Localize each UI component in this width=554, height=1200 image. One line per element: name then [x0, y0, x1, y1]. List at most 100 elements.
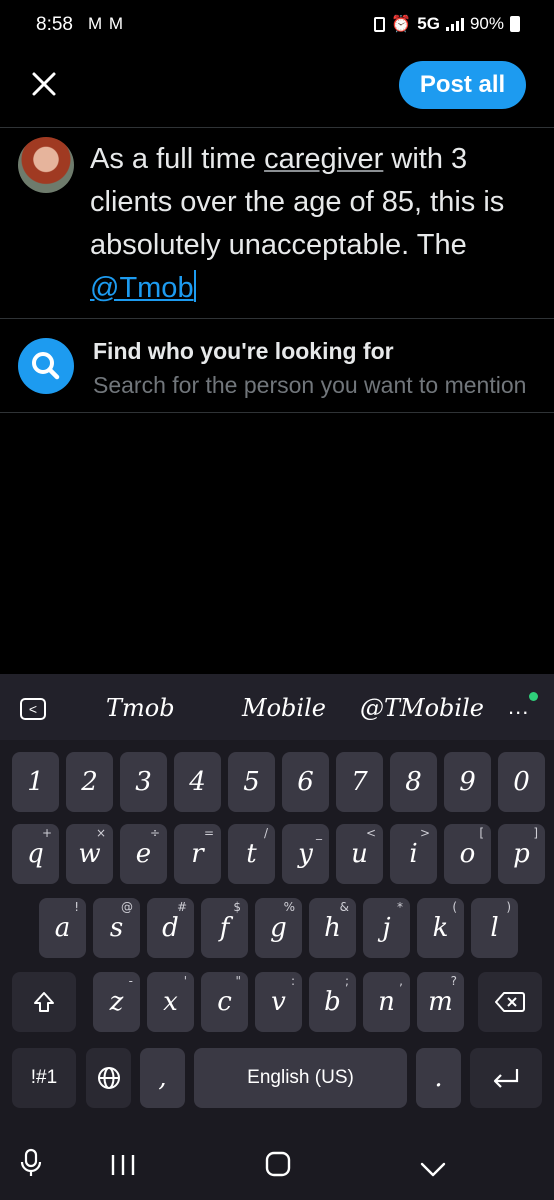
avatar[interactable] — [18, 137, 74, 193]
shift-key[interactable] — [12, 972, 76, 1032]
key-p[interactable]: p] — [498, 824, 545, 884]
key-m[interactable]: m? — [417, 972, 464, 1032]
key-d[interactable]: d # — [147, 898, 194, 958]
key-b[interactable]: b; — [309, 972, 356, 1032]
period-key-label: . — [434, 1063, 443, 1093]
key-6-label: 6 — [297, 767, 314, 797]
key-x-label: x — [163, 987, 178, 1017]
key-j[interactable]: j * — [363, 898, 410, 958]
home-button[interactable] — [264, 1150, 292, 1185]
key-0[interactable]: 0 — [498, 752, 545, 812]
key-a[interactable]: a! — [39, 898, 86, 958]
key-l-label: l — [490, 913, 499, 943]
key-5[interactable]: 5 — [228, 752, 275, 812]
key-x-secondary: ' — [183, 974, 187, 988]
key-c[interactable]: c " — [201, 972, 248, 1032]
key-2[interactable]: 2 — [66, 752, 113, 812]
key-p-secondary: ] — [533, 826, 538, 840]
key-h-secondary: & — [339, 900, 349, 914]
key-9[interactable]: 9 — [444, 752, 491, 812]
battery-saver-icon — [374, 16, 386, 32]
post-all-button[interactable]: Post all — [399, 61, 526, 109]
period-key[interactable]: . — [416, 1048, 461, 1108]
key-t[interactable]: t / — [228, 824, 275, 884]
key-g-label: g — [270, 913, 287, 943]
key-c-secondary: " — [235, 974, 241, 988]
close-button[interactable] — [26, 66, 62, 102]
prediction-2[interactable]: Mobile — [242, 694, 326, 722]
key-n[interactable]: n, — [363, 972, 410, 1032]
comma-key[interactable]: , — [140, 1048, 185, 1108]
key-k-label: k — [432, 913, 449, 943]
key-q[interactable]: q + — [12, 824, 59, 884]
mic-button[interactable] — [18, 1148, 44, 1185]
key-u[interactable]: u < — [336, 824, 383, 884]
key-r[interactable]: r = — [174, 824, 221, 884]
keyboard-back-icon[interactable]: < — [20, 698, 46, 720]
key-7[interactable]: 7 — [336, 752, 383, 812]
key-a-label: a — [54, 913, 71, 943]
text-caret — [193, 270, 196, 302]
key-8[interactable]: 8 — [390, 752, 437, 812]
symbols-key[interactable]: !#1 — [12, 1048, 76, 1108]
key-3[interactable]: 3 — [120, 752, 167, 812]
key-y[interactable]: y _ — [282, 824, 329, 884]
key-i[interactable]: i > — [390, 824, 437, 884]
recents-button[interactable] — [108, 1152, 138, 1184]
key-x[interactable]: x ' — [147, 972, 194, 1032]
key-0-label: 0 — [513, 767, 530, 797]
key-d-secondary: # — [176, 900, 187, 914]
backspace-icon — [495, 992, 525, 1012]
key-g-secondary: % — [283, 900, 295, 914]
key-v-label: v — [271, 987, 286, 1017]
key-n-secondary: , — [399, 974, 403, 988]
key-6[interactable]: 6 — [282, 752, 329, 812]
key-v-secondary: : — [290, 974, 295, 988]
key-v[interactable]: v: — [255, 972, 302, 1032]
key-r-label: r — [191, 839, 204, 869]
search-icon — [32, 352, 60, 380]
key-e[interactable]: e ÷ — [120, 824, 167, 884]
key-b-label: b — [324, 987, 341, 1017]
tweet-text-input[interactable]: As a full time caregiver with 3 clients … — [90, 138, 540, 310]
key-k[interactable]: k( — [417, 898, 464, 958]
key-w[interactable]: w × — [66, 824, 113, 884]
key-o-label: o — [459, 839, 476, 869]
enter-key[interactable] — [470, 1048, 542, 1108]
back-button[interactable] — [420, 1154, 446, 1186]
key-o[interactable]: o[ — [444, 824, 491, 884]
key-4[interactable]: 4 — [174, 752, 221, 812]
key-z-secondary: - — [128, 974, 133, 988]
key-5-label: 5 — [243, 767, 260, 797]
key-s[interactable]: s @ — [93, 898, 140, 958]
key-q-secondary: + — [41, 826, 52, 840]
recents-icon — [111, 1155, 135, 1175]
suggestion-title[interactable]: Find who you're looking for — [93, 338, 394, 365]
enter-icon — [493, 1069, 519, 1088]
key-1-label: 1 — [27, 767, 44, 797]
space-key[interactable]: English (US) — [194, 1048, 407, 1108]
key-m-secondary: ? — [450, 974, 457, 988]
key-l[interactable]: l) — [471, 898, 518, 958]
keyboard: < Tmob Mobile @TMobile ... 1 2 3 4 5 6 7 8 9 0 q + w… — [0, 674, 554, 1200]
key-y-secondary: _ — [316, 826, 322, 840]
key-h[interactable]: h & — [309, 898, 356, 958]
tweet-underlined-word[interactable]: caregiver — [264, 143, 383, 175]
key-z[interactable]: z- — [93, 972, 140, 1032]
globe-icon — [97, 1067, 120, 1089]
backspace-key[interactable] — [478, 972, 542, 1032]
suggestion-search-button[interactable] — [18, 338, 74, 394]
header-divider — [0, 127, 554, 128]
key-f[interactable]: f $ — [201, 898, 248, 958]
key-r-secondary: = — [203, 826, 214, 840]
key-7-label: 7 — [351, 767, 368, 797]
prediction-3[interactable]: @TMobile — [360, 694, 484, 722]
key-1[interactable]: 1 — [12, 752, 59, 812]
key-g[interactable]: g% — [255, 898, 302, 958]
key-e-label: e — [135, 839, 152, 869]
more-options-icon[interactable]: ... — [508, 694, 529, 720]
shift-icon — [34, 992, 54, 1012]
signal-icon — [445, 17, 464, 31]
prediction-1[interactable]: Tmob — [106, 694, 175, 722]
globe-key[interactable] — [86, 1048, 131, 1108]
